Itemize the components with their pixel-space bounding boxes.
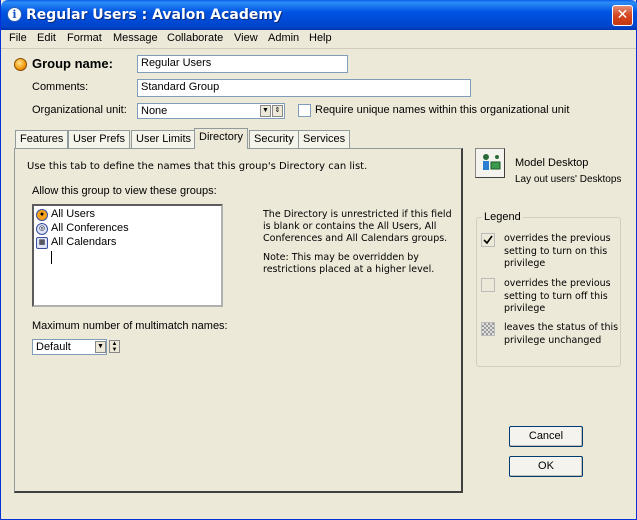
directory-tab-panel: Use this tab to define the names that th… <box>14 148 463 493</box>
group-icon: ● <box>36 209 48 221</box>
multimatch-value: Default <box>36 341 71 353</box>
directory-override-note: Note: This may be overridden by restrict… <box>263 252 434 276</box>
require-unique-label: Require unique names within this organiz… <box>315 104 570 116</box>
legend-line: setting to turn off this <box>504 290 608 302</box>
legend-item-indeterminate: leaves the status of this privilege unch… <box>504 322 618 347</box>
model-desktop-title: Model Desktop <box>515 157 589 169</box>
tab-features[interactable]: Features <box>15 130 69 148</box>
org-unit-select[interactable]: None ▼ ⇕ <box>137 103 285 119</box>
checkmark-icon <box>481 233 495 247</box>
conference-icon: ◎ <box>36 223 48 235</box>
allow-groups-label: Allow this group to view these groups: <box>32 185 217 197</box>
legend-line: privilege <box>504 258 546 269</box>
directory-intro: Use this tab to define the names that th… <box>27 161 368 172</box>
multimatch-select[interactable]: Default ▼ <box>32 339 107 355</box>
list-item-label: All Users <box>51 208 96 220</box>
chevron-down-icon[interactable]: ▼ <box>260 105 271 117</box>
menu-message[interactable]: Message <box>113 32 158 44</box>
title-bar: i Regular Users : Avalon Academy ✕ <box>1 0 637 30</box>
spinner-icon[interactable]: ▲ ▼ <box>109 340 120 353</box>
multimatch-label: Maximum number of multimatch names: <box>32 320 228 332</box>
model-desktop-icon <box>483 154 501 170</box>
empty-checkbox-icon <box>481 278 495 292</box>
legend-line: overrides the previous <box>504 233 611 244</box>
note-line: The Directory is unrestricted if this fi… <box>263 209 452 220</box>
legend-group: Legend overrides the previous setting to… <box>476 211 621 367</box>
note-line: restrictions placed at a higher level. <box>263 264 435 275</box>
calendar-icon: ▦ <box>36 237 48 249</box>
window-title: Regular Users : Avalon Academy <box>26 7 283 23</box>
require-unique-checkbox[interactable] <box>298 104 311 117</box>
list-item-label: All Conferences <box>51 222 129 234</box>
group-icon <box>14 58 27 71</box>
note-line: Conferences and All Calendars groups. <box>263 233 448 244</box>
org-unit-label: Organizational unit: <box>32 104 127 116</box>
menu-help[interactable]: Help <box>309 32 332 44</box>
legend-line: leaves the status of this <box>504 322 619 333</box>
menu-view[interactable]: View <box>234 32 258 44</box>
chevron-down-icon[interactable]: ▼ <box>95 341 106 353</box>
legend-item-unchecked: overrides the previous setting to turn o… <box>504 278 611 316</box>
spinner-icon[interactable]: ⇕ <box>272 105 283 117</box>
comments-label: Comments: <box>32 81 89 93</box>
org-unit-value: None <box>141 105 168 117</box>
comments-input[interactable]: Standard Group <box>137 79 471 97</box>
menu-format[interactable]: Format <box>67 32 102 44</box>
directory-note: The Directory is unrestricted if this fi… <box>263 209 452 245</box>
legend-line: overrides the previous <box>504 278 611 289</box>
group-settings-window: i Regular Users : Avalon Academy ✕ File … <box>0 0 637 520</box>
note-line: is blank or contains the All Users, All <box>263 221 437 232</box>
tab-security[interactable]: Security <box>249 130 299 148</box>
note-line: Note: This may be overridden by <box>263 252 419 263</box>
model-desktop-button[interactable] <box>475 148 505 178</box>
menu-file[interactable]: File <box>9 32 27 44</box>
ok-button[interactable]: OK <box>509 456 583 477</box>
menu-admin[interactable]: Admin <box>268 32 299 44</box>
legend-line: setting to turn on this <box>504 245 608 257</box>
model-desktop-subtitle: Lay out users' Desktops <box>515 174 622 185</box>
allowed-groups-listbox[interactable]: ● All Users ◎ All Conferences ▦ All Cale… <box>32 204 223 307</box>
cancel-button[interactable]: Cancel <box>509 426 583 447</box>
menu-bar: File Edit Format Message Collaborate Vie… <box>1 30 636 49</box>
close-button[interactable]: ✕ <box>612 5 633 26</box>
legend-line: privilege <box>504 303 546 314</box>
tab-user-limits[interactable]: User Limits <box>131 130 197 148</box>
indeterminate-checkbox-icon <box>481 322 495 336</box>
menu-edit[interactable]: Edit <box>37 32 56 44</box>
info-app-icon: i <box>7 7 22 22</box>
group-name-label: Group name: <box>32 56 113 71</box>
tab-services[interactable]: Services <box>298 130 351 148</box>
legend-item-checked: overrides the previous setting to turn o… <box>504 233 611 271</box>
menu-collaborate[interactable]: Collaborate <box>167 32 223 44</box>
legend-line: privilege unchanged <box>504 334 602 346</box>
legend-title: Legend <box>482 211 523 223</box>
tab-directory[interactable]: Directory <box>194 128 249 149</box>
list-item-label: All Calendars <box>51 236 117 248</box>
text-cursor <box>51 251 52 264</box>
group-name-input[interactable]: Regular Users <box>137 55 348 73</box>
tab-user-prefs[interactable]: User Prefs <box>68 130 130 148</box>
